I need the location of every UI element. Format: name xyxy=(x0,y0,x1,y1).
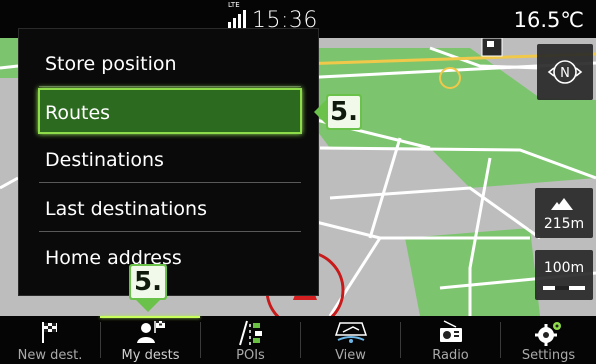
scale-bar-icon xyxy=(543,286,585,290)
mountain-icon xyxy=(551,198,573,210)
tab-label: View xyxy=(335,348,366,363)
network-type: LTE xyxy=(228,1,240,9)
tab-radio[interactable]: Radio xyxy=(401,316,500,364)
outside-temperature: 16.5℃ xyxy=(513,8,584,32)
tab-my-dests[interactable]: My dests xyxy=(101,316,200,364)
compass-letter: N xyxy=(560,66,570,81)
tab-new-dest[interactable]: New dest. xyxy=(0,316,100,364)
callout-number: 5. xyxy=(330,97,358,127)
menu-item-store-position[interactable]: Store position xyxy=(39,41,301,87)
flag-icon xyxy=(42,322,57,343)
park-area xyxy=(405,228,540,316)
person-flag-icon xyxy=(136,321,165,343)
menu-item-routes[interactable]: Routes xyxy=(38,88,302,134)
altitude-value: 215m xyxy=(543,216,585,232)
compass-icon: N xyxy=(547,60,583,84)
tab-label: POIs xyxy=(236,348,265,363)
tab-settings[interactable]: Settings xyxy=(501,316,596,364)
step-callout-routes: 5. xyxy=(314,94,362,130)
navigation-screen: LTE 15:36 16.5℃ N 215m 100m Store positi… xyxy=(0,0,596,364)
menu-item-home-address[interactable]: Home address xyxy=(39,235,301,281)
tab-view[interactable]: View xyxy=(301,316,400,364)
step-callout-my-dests: 5. xyxy=(129,264,167,312)
tab-label: Settings xyxy=(521,348,576,363)
menu-item-destinations[interactable]: Destinations xyxy=(39,137,301,183)
tab-label: Radio xyxy=(432,348,469,363)
tab-pois[interactable]: POIs xyxy=(201,316,300,364)
zoom-scale-button[interactable]: 100m xyxy=(535,250,593,300)
radio-icon xyxy=(439,320,462,342)
tab-label: New dest. xyxy=(17,348,83,363)
park-area xyxy=(0,38,18,78)
signal-strength-icon xyxy=(228,10,246,28)
destinations-menu: Store position Routes Destinations Last … xyxy=(18,28,319,296)
scale-value: 100m xyxy=(543,260,585,276)
bottom-nav-bar: New dest. My dests POIs View Radio Setti… xyxy=(0,316,596,364)
menu-item-last-destinations[interactable]: Last destinations xyxy=(39,186,301,232)
map-view-icon xyxy=(334,322,367,343)
compass-button[interactable]: N xyxy=(537,44,593,100)
callout-number: 5. xyxy=(134,267,162,297)
tab-label: My dests xyxy=(121,348,180,363)
altitude-button[interactable]: 215m xyxy=(535,188,593,238)
poi-road-icon xyxy=(238,320,262,346)
gears-icon xyxy=(534,322,561,346)
